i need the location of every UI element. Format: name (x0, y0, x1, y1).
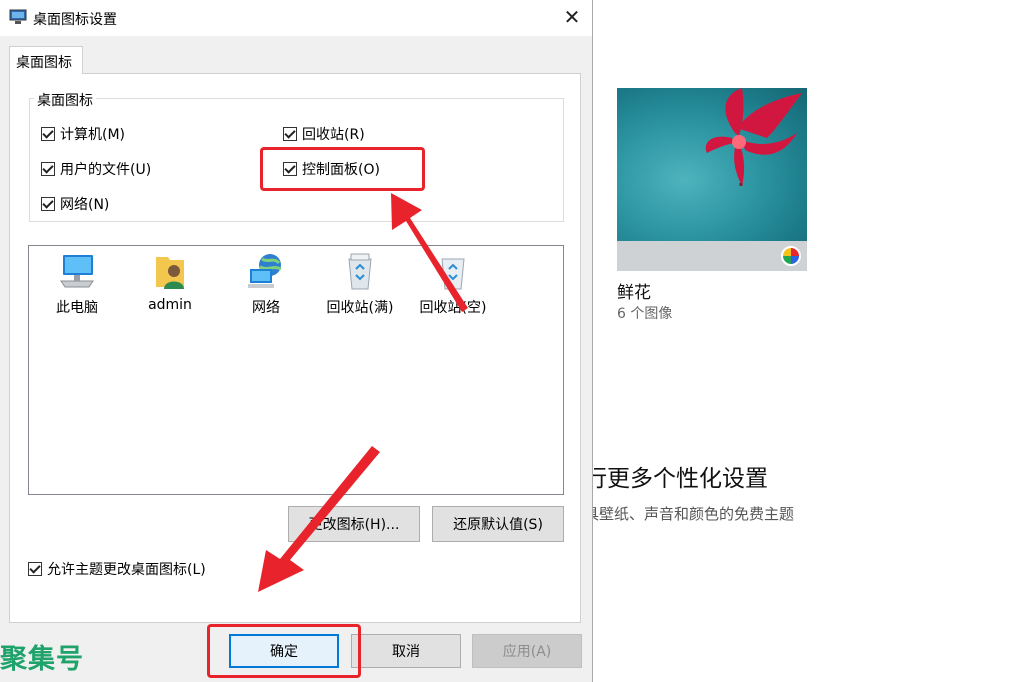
checkbox-checked-icon[interactable] (283, 127, 297, 141)
checkbox-network[interactable]: 网络(N) (41, 194, 109, 214)
checkbox-user-files[interactable]: 用户的文件(U) (41, 159, 151, 179)
dialog-titlebar[interactable]: 桌面图标设置 ✕ (0, 0, 592, 36)
cancel-button[interactable]: 取消 (351, 634, 461, 668)
theme-color-strip (617, 241, 807, 271)
network-icon (246, 251, 286, 291)
checkbox-label: 允许主题更改桌面图标(L) (47, 562, 206, 578)
more-personalization-subtitle[interactable]: 具壁纸、声音和颜色的免费主题 (584, 503, 794, 524)
close-button[interactable]: ✕ (552, 0, 592, 34)
list-item[interactable]: 此电脑 (32, 251, 122, 317)
theme-thumbnail[interactable] (617, 88, 807, 271)
tab-desktop-icons[interactable]: 桌面图标 (9, 46, 83, 74)
color-wheel-icon (781, 246, 801, 266)
watermark-text: 聚集号 (0, 644, 84, 675)
checkbox-allow-themes[interactable]: 允许主题更改桌面图标(L) (28, 559, 206, 579)
icon-label: 回收站(空) (419, 300, 487, 316)
more-personalization-heading: 行更多个性化设置 (584, 466, 768, 492)
icon-label: admin (148, 297, 192, 313)
computer-icon (57, 251, 97, 291)
desktop-icon-settings-dialog: 桌面图标设置 ✕ 桌面图标 桌面图标 计算机(M) 回收站(R) 用户的文件(U… (0, 0, 593, 682)
close-icon: ✕ (563, 5, 581, 29)
checkbox-checked-icon[interactable] (41, 127, 55, 141)
icon-label: 回收站(满) (326, 300, 394, 316)
recycle-bin-empty-icon (433, 251, 473, 291)
desktop-icon-list[interactable]: 此电脑 admin 网络 回收站(满) 回收站(空) (28, 245, 564, 495)
checkbox-checked-icon[interactable] (41, 162, 55, 176)
restore-default-button[interactable]: 还原默认值(S) (432, 506, 564, 542)
apply-button: 应用(A) (472, 634, 582, 668)
checkbox-label: 回收站(R) (302, 127, 365, 143)
list-item[interactable]: 回收站(空) (408, 251, 498, 317)
theme-name: 鲜花 (617, 283, 651, 303)
checkbox-recycle-bin[interactable]: 回收站(R) (283, 124, 365, 144)
list-item[interactable]: admin (125, 251, 215, 313)
user-folder-icon (150, 251, 190, 291)
flower-image (617, 88, 807, 241)
theme-image-count: 6 个图像 (617, 306, 673, 322)
checkbox-checked-icon[interactable] (41, 197, 55, 211)
checkbox-checked-icon[interactable] (28, 562, 42, 576)
checkbox-computer[interactable]: 计算机(M) (41, 124, 125, 144)
list-item[interactable]: 网络 (221, 251, 311, 317)
icon-label: 网络 (252, 300, 280, 316)
recycle-bin-full-icon (340, 251, 380, 291)
checkbox-label: 用户的文件(U) (60, 162, 152, 178)
change-icon-button[interactable]: 更改图标(H)... (288, 506, 420, 542)
groupbox-label: 桌面图标 (34, 90, 96, 110)
highlight-box-control-panel (260, 147, 425, 191)
list-item[interactable]: 回收站(满) (315, 251, 405, 317)
monitor-icon (9, 9, 27, 25)
dialog-title: 桌面图标设置 (33, 12, 117, 28)
icon-label: 此电脑 (56, 300, 98, 316)
checkbox-label: 计算机(M) (60, 127, 126, 143)
checkbox-label: 网络(N) (60, 197, 110, 213)
highlight-box-ok (207, 624, 361, 678)
